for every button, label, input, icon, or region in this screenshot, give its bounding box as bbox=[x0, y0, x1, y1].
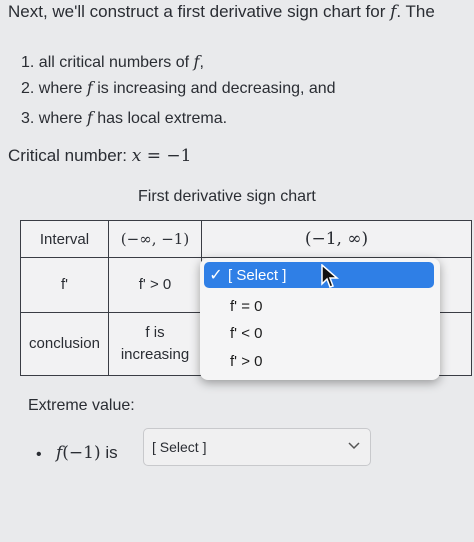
row-label-fprime: f' bbox=[20, 257, 109, 313]
header-interval-right: (−1, ∞) bbox=[201, 219, 472, 259]
task-tail: , bbox=[199, 54, 204, 71]
task-pre: where bbox=[38, 110, 87, 127]
extreme-value-select[interactable]: [ Select ] bbox=[143, 428, 371, 466]
dropdown-option-select-label: [ Select ] bbox=[228, 266, 287, 284]
mouse-pointer-icon bbox=[321, 264, 340, 288]
critical-number: Critical number: x = −1 bbox=[8, 146, 191, 166]
chevron-down-icon bbox=[348, 442, 360, 450]
header-interval: Interval bbox=[20, 219, 109, 259]
cell-conclusion-left: f is increasing bbox=[108, 311, 202, 377]
conclusion-left-line1: f is bbox=[145, 323, 165, 341]
intro-text-before: Next, we'll construct a first derivative… bbox=[8, 2, 391, 21]
row-label-conclusion: conclusion bbox=[20, 311, 109, 377]
task-number: 1. bbox=[21, 54, 35, 71]
checkmark-icon: ✓ bbox=[209, 267, 223, 284]
task-item-1: 1. all critical numbers of f, bbox=[21, 52, 204, 72]
dropdown-option-greater[interactable]: f' > 0 bbox=[230, 353, 262, 370]
task-text: all critical numbers of bbox=[38, 54, 194, 71]
chart-caption: First derivative sign chart bbox=[138, 188, 316, 205]
task-pre: where bbox=[38, 80, 87, 97]
extreme-value-item: f(−1) is bbox=[56, 443, 118, 463]
critical-eq: = bbox=[141, 146, 167, 166]
task-item-3: 3. where f has local extrema. bbox=[21, 108, 227, 128]
extreme-value-label: Extreme value: bbox=[28, 397, 135, 414]
task-text: has local extrema. bbox=[92, 110, 228, 127]
critical-label: Critical number: bbox=[8, 146, 132, 165]
task-text: is increasing and decreasing, and bbox=[92, 80, 336, 97]
task-item-2: 2. where f is increasing and decreasing,… bbox=[21, 78, 336, 98]
bullet-icon: • bbox=[36, 446, 42, 463]
task-number: 3. bbox=[21, 110, 35, 127]
extreme-arg: (−1) bbox=[62, 443, 101, 463]
header-interval-left: (−∞, −1) bbox=[108, 219, 202, 259]
critical-value: −1 bbox=[166, 146, 192, 166]
dropdown-option-equal[interactable]: f' = 0 bbox=[230, 298, 262, 315]
task-number: 2. bbox=[21, 80, 35, 97]
intro-text: Next, we'll construct a first derivative… bbox=[8, 2, 435, 22]
extreme-select-placeholder: [ Select ] bbox=[152, 439, 207, 455]
extreme-is: is bbox=[100, 443, 118, 462]
cell-fprime-left: f' > 0 bbox=[108, 257, 202, 313]
dropdown-option-less[interactable]: f' < 0 bbox=[230, 325, 262, 342]
critical-var: x bbox=[131, 146, 142, 166]
intro-text-after: . The bbox=[396, 2, 435, 21]
dropdown-option-select[interactable]: ✓ [ Select ] bbox=[204, 262, 434, 288]
conclusion-left-line2: increasing bbox=[120, 345, 190, 363]
